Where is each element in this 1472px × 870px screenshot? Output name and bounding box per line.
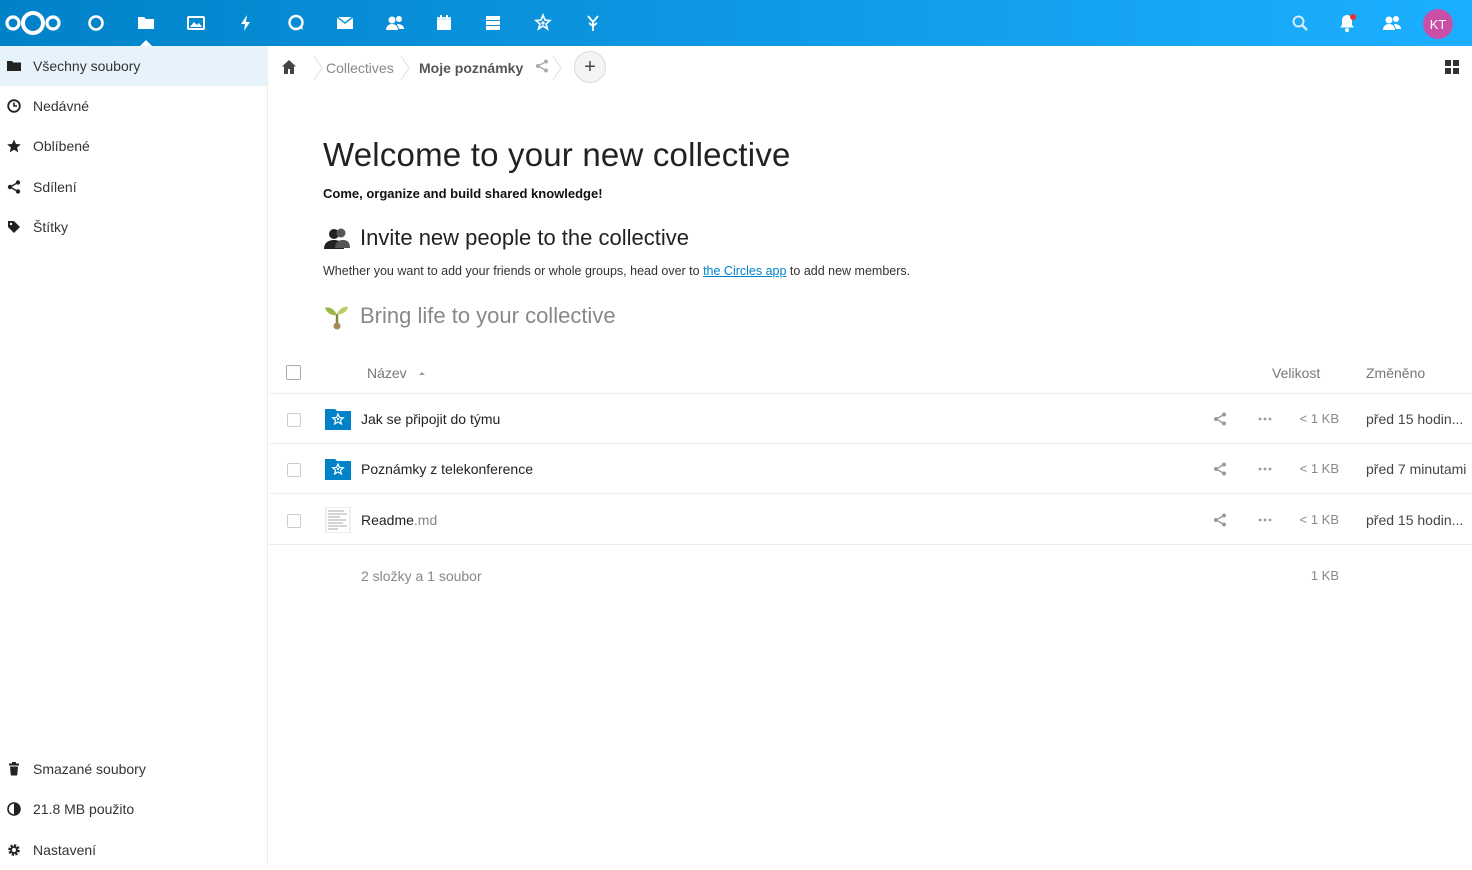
new-file-button[interactable]: + — [574, 51, 606, 83]
share-folder-icon[interactable] — [535, 59, 549, 73]
trash-icon — [7, 762, 21, 776]
sidebar: Všechny soubory Nedávné Oblíbené Sdílení… — [0, 46, 268, 864]
dashboard-icon[interactable] — [71, 0, 121, 46]
select-all-checkbox[interactable] — [286, 365, 301, 380]
file-modified: před 15 hodin... — [1366, 411, 1464, 427]
column-name-label: Název — [367, 365, 407, 381]
breadcrumb: Collectives Moje poznámky + — [269, 46, 1472, 90]
share-icon[interactable] — [1213, 462, 1227, 476]
mail-icon[interactable] — [320, 0, 370, 46]
sidebar-item-label: Sdílení — [33, 179, 77, 195]
notification-dot — [1350, 14, 1356, 20]
talk-icon[interactable] — [271, 0, 321, 46]
share-icon[interactable] — [1213, 513, 1227, 527]
share-icon — [7, 180, 21, 194]
circles-app-link[interactable]: the Circles app — [703, 264, 786, 278]
file-basename: Poznámky z telekonference — [361, 461, 533, 477]
table-row[interactable]: Readme.md < 1 KB před 15 hodin... — [269, 495, 1472, 545]
collective-folder-icon — [325, 459, 351, 480]
sidebar-item-recent[interactable]: Nedávné — [0, 86, 267, 126]
top-header: KT — [0, 0, 1472, 46]
file-summary-size: 1 KB — [1310, 568, 1339, 583]
column-name-header[interactable]: Název — [367, 365, 427, 381]
life-heading-text: Bring life to your collective — [360, 303, 616, 328]
sidebar-item-label: Všechny soubory — [33, 58, 141, 74]
breadcrumb-current-folder[interactable]: Moje poznámky — [419, 60, 523, 76]
file-size: < 1 KB — [1299, 512, 1339, 527]
calendar-icon[interactable] — [419, 0, 469, 46]
home-icon[interactable] — [280, 58, 298, 76]
file-extension: .md — [413, 512, 438, 528]
invite-heading-text: Invite new people to the collective — [360, 225, 689, 250]
breadcrumb-separator-icon — [552, 56, 562, 80]
invite-text-after: to add new members. — [786, 264, 911, 278]
file-size: < 1 KB — [1299, 461, 1339, 476]
collective-folder-icon — [325, 409, 351, 430]
sidebar-item-label: Nastavení — [33, 842, 97, 858]
file-basename: Readme — [361, 512, 414, 528]
sidebar-item-favorites[interactable]: Oblíbené — [0, 126, 267, 166]
share-icon[interactable] — [1213, 412, 1227, 426]
life-heading: Bring life to your collective — [323, 302, 616, 330]
sidebar-item-quota[interactable]: 21.8 MB použito — [0, 789, 267, 829]
sidebar-item-tags[interactable]: Štítky — [0, 207, 267, 247]
row-checkbox[interactable] — [287, 463, 301, 477]
tag-icon — [7, 220, 21, 234]
sidebar-item-settings[interactable]: Nastavení — [0, 830, 267, 870]
file-modified: před 7 minutami — [1366, 461, 1467, 477]
sidebar-item-all-files[interactable]: Všechny soubory — [0, 46, 267, 86]
invite-paragraph: Whether you want to add your friends or … — [323, 264, 910, 278]
sidebar-item-label: 21.8 MB použito — [33, 801, 135, 817]
star-icon — [7, 139, 21, 153]
column-modified-header[interactable]: Změněno — [1366, 365, 1425, 381]
file-summary: 2 složky a 1 soubor — [361, 568, 482, 584]
search-icon[interactable] — [1278, 0, 1322, 46]
contacts-menu-icon[interactable] — [1370, 0, 1414, 46]
seedling-emoji-icon — [325, 306, 348, 330]
column-size-header[interactable]: Velikost — [1272, 365, 1320, 381]
people-emoji-icon — [324, 228, 350, 249]
text-file-icon — [325, 507, 351, 533]
invite-heading: Invite new people to the collective — [323, 225, 689, 251]
notifications-bell-icon[interactable] — [1325, 0, 1369, 46]
sidebar-item-label: Nedávné — [33, 98, 90, 114]
file-name[interactable]: Readme.md — [361, 512, 437, 528]
file-basename: Jak se připojit do týmu — [361, 411, 501, 427]
photos-icon[interactable] — [171, 0, 221, 46]
contacts-icon[interactable] — [370, 0, 420, 46]
row-checkbox[interactable] — [287, 413, 301, 427]
clock-icon — [7, 99, 21, 113]
sidebar-item-shares[interactable]: Sdílení — [0, 167, 267, 207]
file-modified: před 15 hodin... — [1366, 512, 1464, 528]
row-checkbox[interactable] — [287, 514, 301, 528]
breadcrumb-separator-icon — [400, 56, 410, 80]
user-avatar[interactable]: KT — [1423, 9, 1453, 39]
sidebar-item-label: Oblíbené — [33, 138, 90, 154]
file-name[interactable]: Poznámky z telekonference — [361, 461, 533, 477]
readme-title: Welcome to your new collective — [323, 136, 791, 173]
breadcrumb-collectives[interactable]: Collectives — [326, 60, 394, 76]
readme-lead: Come, organize and build shared knowledg… — [323, 186, 603, 201]
files-icon[interactable] — [121, 0, 171, 46]
table-row[interactable]: Poznámky z telekonference < 1 KB před 7 … — [269, 444, 1472, 494]
file-table-header: Název Velikost Změněno — [269, 352, 1472, 394]
table-row[interactable]: Jak se připojit do týmu < 1 KB před 15 h… — [269, 394, 1472, 444]
activity-icon[interactable] — [221, 0, 271, 46]
sidebar-item-label: Smazané soubory — [33, 761, 146, 777]
quota-pie-icon — [7, 802, 21, 816]
sidebar-item-trash[interactable]: Smazané soubory — [0, 749, 267, 789]
nextcloud-logo-icon[interactable] — [4, 8, 62, 38]
folder-icon — [7, 59, 21, 73]
sidebar-item-label: Štítky — [33, 219, 69, 235]
file-size: < 1 KB — [1299, 411, 1339, 426]
invite-text-before: Whether you want to add your friends or … — [323, 264, 704, 278]
gear-icon — [7, 843, 21, 857]
collectives-icon[interactable] — [518, 0, 568, 46]
deck-icon[interactable] — [468, 0, 518, 46]
more-apps-icon[interactable] — [568, 0, 618, 46]
grid-view-toggle-icon[interactable] — [1445, 60, 1459, 74]
file-name[interactable]: Jak se připojit do týmu — [361, 411, 500, 427]
breadcrumb-separator-icon — [313, 56, 323, 80]
sort-ascending-icon — [418, 372, 425, 375]
